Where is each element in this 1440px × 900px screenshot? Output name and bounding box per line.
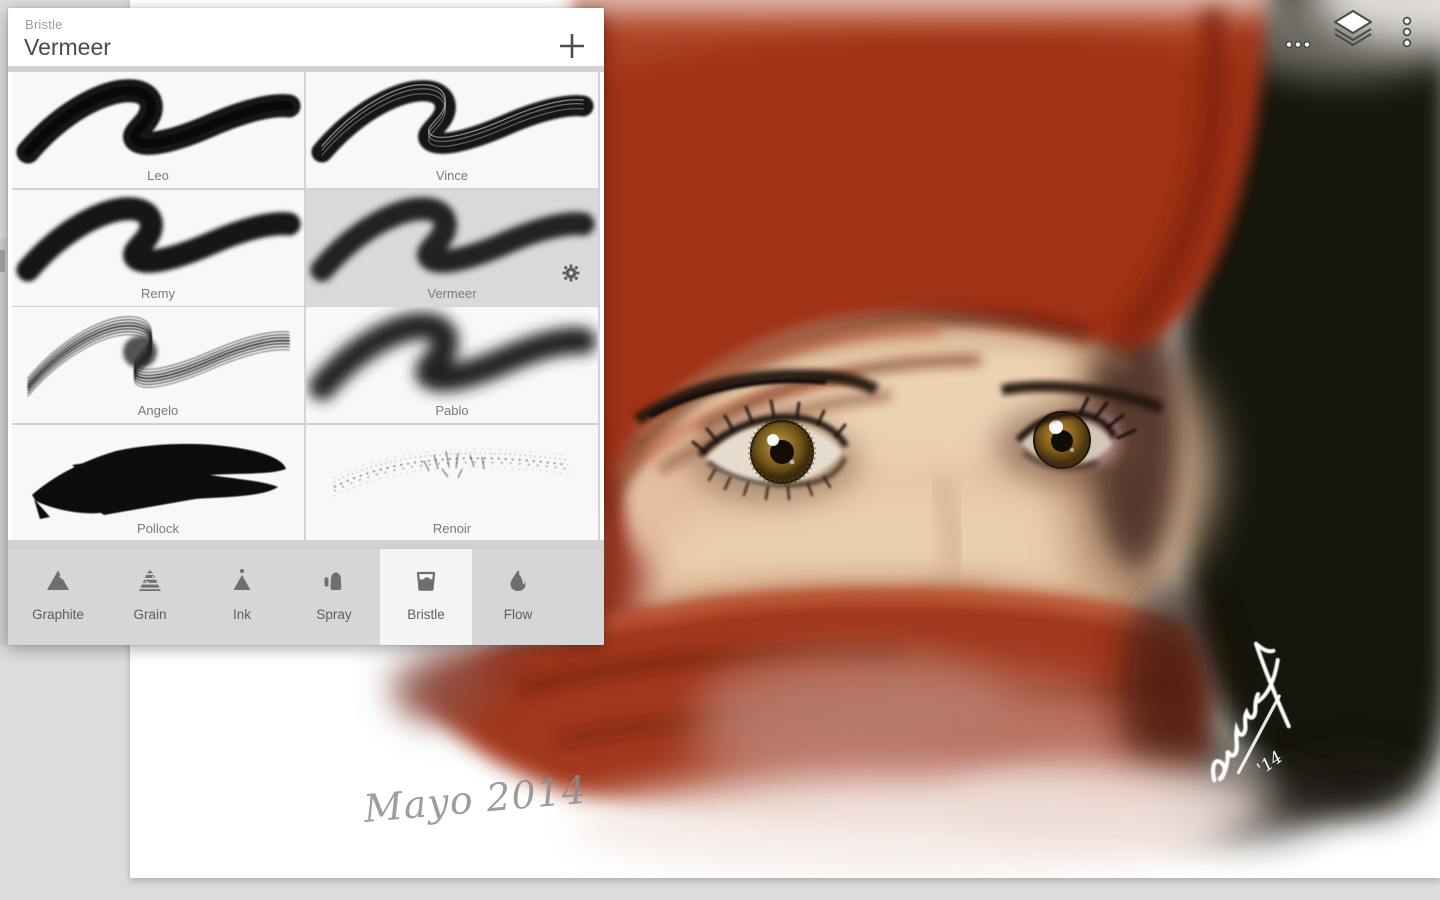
tab-label: Grain: [133, 607, 167, 622]
brush-picker-panel: Bristle Vermeer Leo Vince Remy Vermeer A…: [8, 8, 604, 645]
tab-label: Graphite: [32, 607, 84, 622]
brush-cell-angelo[interactable]: Angelo: [12, 307, 304, 423]
more-horizontal-dots-icon[interactable]: [1284, 37, 1312, 49]
brush-category-tabbar: Graphite Grain Ink Spray Bristle Flow: [8, 548, 604, 645]
brush-name: Pollock: [137, 520, 179, 536]
spray-airbrush-icon: [321, 565, 347, 595]
tab-bristle[interactable]: Bristle: [380, 549, 472, 645]
tab-spray[interactable]: Spray: [288, 549, 380, 645]
tab-label: Flow: [503, 607, 533, 622]
bristle-cup-icon: [413, 565, 439, 595]
hidden-panel-edge: [0, 238, 7, 646]
tab-label: Ink: [232, 607, 251, 622]
layers-stack-icon[interactable]: [1332, 9, 1374, 51]
gear-icon[interactable]: [562, 264, 580, 282]
selected-brush-title: Vermeer: [24, 34, 111, 60]
brush-name: Leo: [147, 168, 169, 183]
divider-band: [8, 540, 604, 548]
brush-cell-vince[interactable]: Vince: [306, 72, 598, 188]
brush-name: Pablo: [435, 403, 469, 418]
canvas-inscription: Mayo 2014: [361, 768, 589, 831]
tab-graphite[interactable]: Graphite: [12, 549, 104, 645]
flow-droplet-icon: [505, 565, 531, 595]
brush-cell-remy[interactable]: Remy: [12, 189, 304, 306]
brush-cell-vermeer[interactable]: Vermeer: [306, 189, 598, 306]
brush-grid: Leo Vince Remy Vermeer Angelo Pablo Poll…: [12, 72, 600, 541]
brush-category-label: Bristle: [25, 17, 63, 32]
ink-cone-dot-icon: [229, 565, 255, 595]
tab-ink[interactable]: Ink: [196, 549, 288, 645]
brush-name: Angelo: [137, 403, 179, 418]
tab-flow[interactable]: Flow: [472, 549, 564, 645]
brush-cell-pollock[interactable]: Pollock: [12, 424, 304, 541]
brush-cell-renoir[interactable]: Renoir: [306, 424, 598, 541]
more-vertical-dots-icon[interactable]: [1399, 16, 1415, 49]
brush-name: Vince: [435, 168, 469, 183]
panel-header: Bristle Vermeer: [8, 8, 604, 66]
brush-cell-leo[interactable]: Leo: [12, 72, 304, 188]
brush-name: Vermeer: [427, 285, 477, 301]
graphite-mountain-icon: [45, 565, 71, 595]
brush-name: Remy: [141, 285, 175, 301]
tab-label: Bristle: [407, 607, 445, 622]
brush-name: Renoir: [432, 520, 472, 536]
plus-icon[interactable]: [556, 30, 588, 62]
tab-label: Spray: [316, 607, 352, 622]
brush-cell-pablo[interactable]: Pablo: [306, 307, 598, 423]
tab-grain[interactable]: Grain: [104, 549, 196, 645]
grain-striped-triangle-icon: [137, 565, 163, 595]
